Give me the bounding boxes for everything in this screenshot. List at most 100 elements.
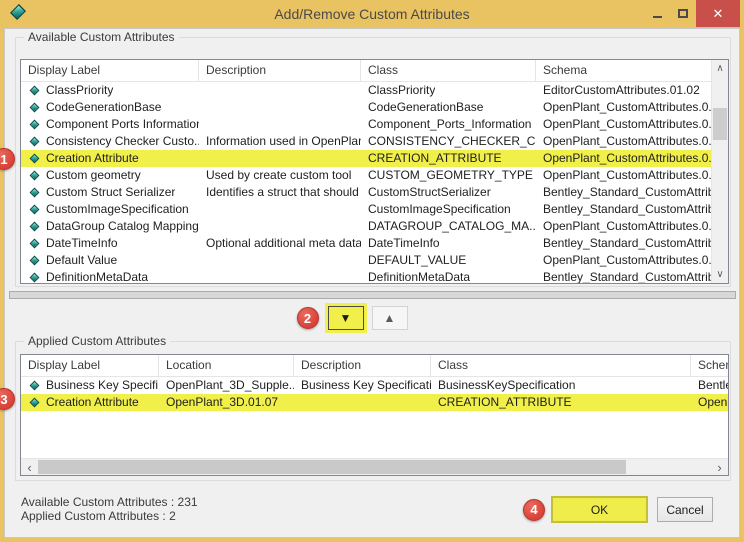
cell-class_name: CodeGenerationBase <box>361 99 536 116</box>
column-header[interactable]: Schema <box>536 60 728 81</box>
cell-description <box>199 150 361 167</box>
dialog-title: Add/Remove Custom Attributes <box>0 6 744 22</box>
cell-description <box>199 269 361 284</box>
cell-class_name: DefinitionMetaData <box>361 269 536 284</box>
attribute-diamond-icon <box>30 120 40 130</box>
cell-description <box>199 82 361 99</box>
attribute-diamond-icon <box>30 137 40 147</box>
available-list[interactable]: Display LabelDescriptionClassSchema Clas… <box>20 59 729 284</box>
cell-display_label: Custom geometry <box>21 167 199 184</box>
dialog-body: Available Custom Attributes Display Labe… <box>4 28 740 538</box>
scrollbar-thumb[interactable] <box>38 460 626 474</box>
column-header[interactable]: Description <box>294 355 431 376</box>
column-header[interactable]: Location <box>159 355 294 376</box>
column-header[interactable]: Class <box>361 60 536 81</box>
cell-class_name: CustomStructSerializer <box>361 184 536 201</box>
table-row[interactable]: DataGroup Catalog Mapping DATAGROUP_CATAL… <box>21 218 728 235</box>
available-list-header: Display LabelDescriptionClassSchema <box>21 60 728 82</box>
scroll-left-icon[interactable]: ‹ <box>21 459 38 475</box>
arrow-up-icon: ▲ <box>384 311 396 325</box>
cell-display_label: DefinitionMetaData <box>21 269 199 284</box>
table-row[interactable]: CodeGenerationBaseCodeGenerationBaseOpen… <box>21 99 728 116</box>
maximize-button[interactable] <box>670 0 696 27</box>
ok-button[interactable]: OK <box>551 496 648 523</box>
table-row[interactable]: Default ValueDEFAULT_VALUEOpenPlant_Cust… <box>21 252 728 269</box>
attribute-diamond-icon <box>30 381 40 391</box>
titlebar[interactable]: Add/Remove Custom Attributes ✕ <box>0 0 744 28</box>
cell-display_label: Business Key Specifi... <box>21 377 159 394</box>
table-row[interactable]: DefinitionMetaDataDefinitionMetaDataBent… <box>21 269 728 284</box>
close-button[interactable]: ✕ <box>696 0 740 27</box>
move-down-highlight: ▼ <box>325 303 367 333</box>
cell-schema: Bentley_Standard_CustomAttrib... <box>536 201 728 218</box>
arrow-down-icon: ▼ <box>340 311 352 325</box>
annotation-marker-2: 2 <box>297 307 319 329</box>
table-row[interactable]: Consistency Checker Custo...Information … <box>21 133 728 150</box>
cell-schema: Bentley_Standard_CustomAttrib... <box>536 269 728 284</box>
cell-display_label: DataGroup Catalog Mapping <box>21 218 199 235</box>
table-row[interactable]: Creation AttributeCREATION_ATTRIBUTEOpen… <box>21 150 728 167</box>
table-row[interactable]: Component Ports InformationComponent_Por… <box>21 116 728 133</box>
column-header[interactable]: Display Label <box>21 355 159 376</box>
table-row[interactable]: Custom Struct SerializerIdentifies a str… <box>21 184 728 201</box>
move-down-button[interactable]: ▼ <box>328 306 364 330</box>
vertical-scrollbar[interactable]: ∧ ∨ <box>711 60 728 283</box>
cell-description <box>199 252 361 269</box>
cell-class_name: BusinessKeySpecification <box>431 377 691 394</box>
horizontal-scrollbar[interactable]: ‹ › <box>21 458 728 475</box>
cell-display_label: Default Value <box>21 252 199 269</box>
table-row[interactable]: Business Key Specifi...OpenPlant_3D_Supp… <box>21 377 728 394</box>
cell-schema: Bentley_Standard_CustomAttrib... <box>536 235 728 252</box>
cell-schema: OpenPlant_CustomAttributes.0... <box>536 116 728 133</box>
available-list-body: ClassPriorityClassPriorityEditorCustomAt… <box>21 82 728 284</box>
cancel-button[interactable]: Cancel <box>657 497 713 522</box>
splitter-bar[interactable] <box>9 291 736 299</box>
cell-schema: OpenPlant_CustomAttributes.0... <box>536 150 728 167</box>
table-row[interactable]: DateTimeInfoOptional additional meta dat… <box>21 235 728 252</box>
cell-description: Business Key Specificati... <box>294 377 431 394</box>
minimize-button[interactable] <box>644 0 670 27</box>
cell-schema: OpenPlant_CustomAttributes.0... <box>536 133 728 150</box>
available-groupbox: Available Custom Attributes Display Labe… <box>15 37 731 287</box>
cell-display_label: DateTimeInfo <box>21 235 199 252</box>
cell-schema: EditorCustomAttributes.01.02 <box>536 82 728 99</box>
column-header[interactable]: Class <box>431 355 691 376</box>
table-row[interactable]: ClassPriorityClassPriorityEditorCustomAt… <box>21 82 728 99</box>
cell-class_name: DATAGROUP_CATALOG_MA... <box>361 218 536 235</box>
applied-count-text: Applied Custom Attributes : 2 <box>21 509 176 523</box>
cell-display_label: Creation Attribute <box>21 394 159 411</box>
applied-list[interactable]: Display LabelLocationDescriptionClassSch… <box>20 354 729 476</box>
close-icon: ✕ <box>713 6 724 22</box>
cell-description <box>199 218 361 235</box>
table-row[interactable]: CustomImageSpecificationCustomImageSpeci… <box>21 201 728 218</box>
table-row[interactable]: Creation AttributeOpenPlant_3D.01.07CREA… <box>21 394 728 411</box>
cell-schema: OpenPlant_CustomAttributes.0... <box>536 218 728 235</box>
column-header[interactable]: Display Label <box>21 60 199 81</box>
cell-class_name: DateTimeInfo <box>361 235 536 252</box>
scroll-right-icon[interactable]: › <box>711 459 728 475</box>
table-row[interactable]: Custom geometryUsed by create custom too… <box>21 167 728 184</box>
cell-class_name: CREATION_ATTRIBUTE <box>361 150 536 167</box>
available-count-text: Available Custom Attributes : 231 <box>21 495 198 509</box>
cell-display_label: Consistency Checker Custo... <box>21 133 199 150</box>
cell-class_name: DEFAULT_VALUE <box>361 252 536 269</box>
cell-description <box>199 201 361 218</box>
attribute-diamond-icon <box>30 239 40 249</box>
cell-location: OpenPlant_3D.01.07 <box>159 394 294 411</box>
scrollbar-thumb[interactable] <box>713 108 727 140</box>
attribute-diamond-icon <box>30 86 40 96</box>
cell-description <box>199 116 361 133</box>
cell-description <box>199 99 361 116</box>
cell-display_label: Custom Struct Serializer <box>21 184 199 201</box>
move-buttons-row: 2 ▼ ▲ <box>0 301 719 335</box>
scroll-down-icon[interactable]: ∨ <box>712 266 728 283</box>
cell-schema: Bentley_Standard_CustomAttrib... <box>536 184 728 201</box>
footer-buttons: 4 OK Cancel <box>523 496 713 523</box>
applied-group-label: Applied Custom Attributes <box>24 334 170 348</box>
attribute-diamond-icon <box>30 398 40 408</box>
cell-class_name: Component_Ports_Information <box>361 116 536 133</box>
move-up-button[interactable]: ▲ <box>372 306 408 330</box>
scroll-up-icon[interactable]: ∧ <box>712 60 728 77</box>
column-header[interactable]: Description <box>199 60 361 81</box>
column-header[interactable]: Schema <box>691 355 728 376</box>
